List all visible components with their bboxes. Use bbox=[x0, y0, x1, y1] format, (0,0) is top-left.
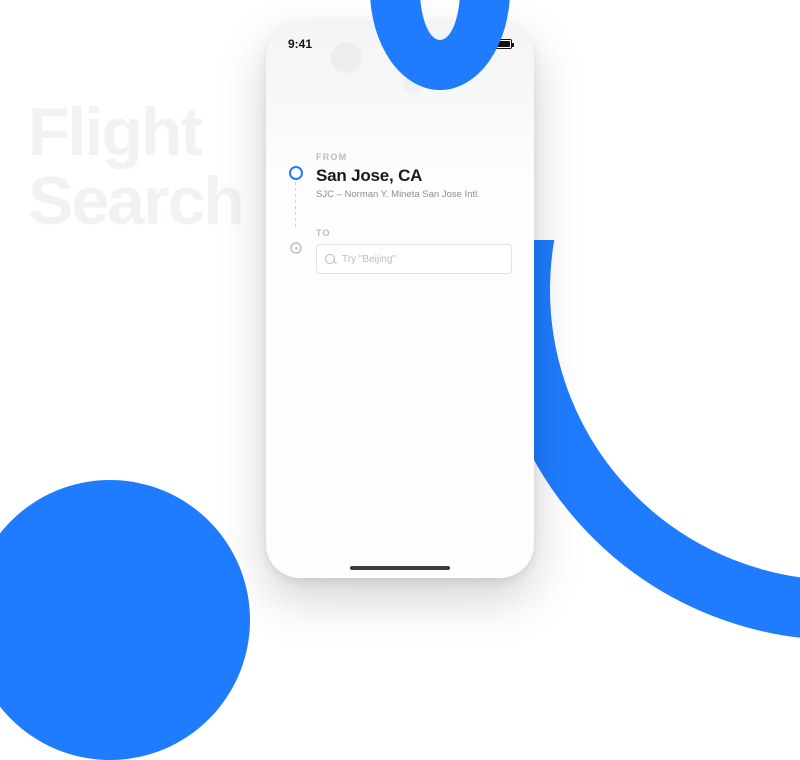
destination-search-field[interactable] bbox=[316, 244, 512, 274]
origin-marker-icon bbox=[289, 166, 303, 180]
phone-frame: 9:41 FROM San Jose, CA SJC – Norman Y. M… bbox=[266, 22, 534, 578]
from-label: FROM bbox=[316, 152, 480, 162]
background-title-line1: Flight bbox=[28, 98, 243, 167]
to-label: TO bbox=[316, 228, 512, 238]
decorative-blob bbox=[0, 480, 250, 760]
from-detail: SJC – Norman Y. Mineta San Jose Intl. bbox=[316, 189, 480, 200]
to-segment: TO bbox=[288, 228, 514, 274]
decorative-swoosh bbox=[490, 0, 800, 640]
home-indicator[interactable] bbox=[350, 566, 450, 570]
background-title-line2: Search bbox=[28, 167, 243, 236]
search-icon bbox=[325, 254, 336, 265]
from-segment[interactable]: FROM San Jose, CA SJC – Norman Y. Mineta… bbox=[288, 152, 514, 200]
destination-input[interactable] bbox=[342, 254, 503, 265]
background-title: Flight Search bbox=[28, 98, 243, 237]
from-city: San Jose, CA bbox=[316, 166, 480, 186]
destination-marker-icon bbox=[290, 242, 302, 254]
status-time: 9:41 bbox=[288, 37, 312, 51]
search-form: FROM San Jose, CA SJC – Norman Y. Mineta… bbox=[266, 152, 534, 274]
